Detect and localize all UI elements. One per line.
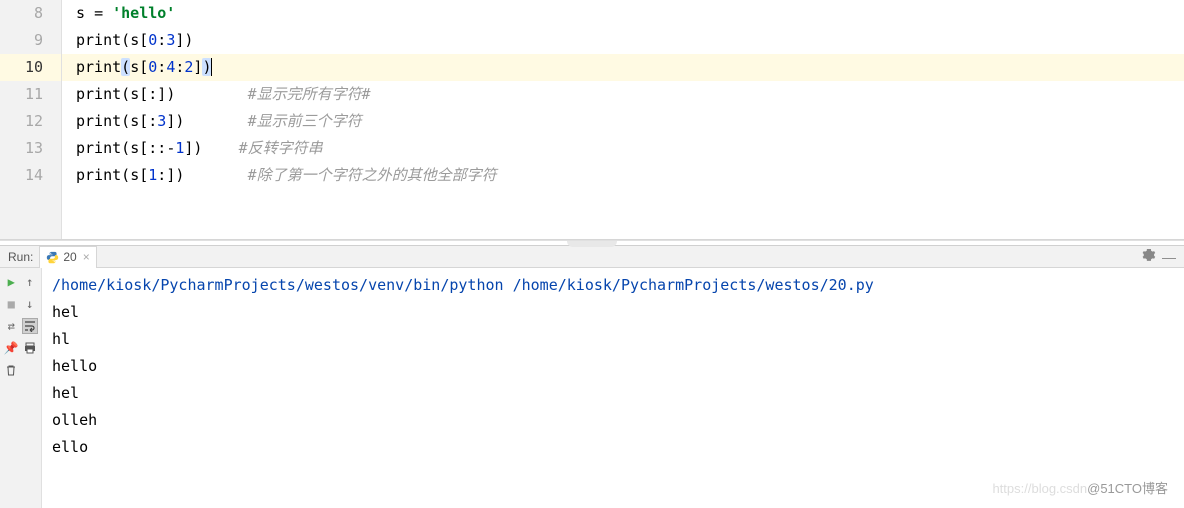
watermark: https://blog.csdn@51CTO博客: [992, 475, 1168, 502]
console-output[interactable]: /home/kiosk/PycharmProjects/westos/venv/…: [42, 268, 1184, 508]
console-line: hello: [52, 353, 1174, 380]
comment: #显示完所有字符#: [248, 85, 371, 103]
pane-splitter[interactable]: [0, 240, 1184, 246]
restart-icon[interactable]: ⇄: [3, 318, 19, 334]
console-line: olleh: [52, 407, 1174, 434]
run-panel-body: ▶ ↑ ■ ↓ ⇄ 📌 /home/kiosk/PycharmProject: [0, 268, 1184, 508]
gear-icon[interactable]: [1142, 248, 1156, 265]
console-line: hel: [52, 380, 1174, 407]
code-line[interactable]: print(s[0:4:2]): [62, 54, 1184, 81]
splitter-handle[interactable]: [567, 241, 617, 247]
line-number-gutter: 891011121314: [0, 0, 62, 239]
code-line[interactable]: s = 'hello': [76, 0, 1184, 27]
code-line[interactable]: print(s[:]) #显示完所有字符#: [76, 81, 1184, 108]
stop-icon[interactable]: ■: [3, 296, 19, 312]
up-icon[interactable]: ↑: [22, 274, 38, 290]
print-icon[interactable]: [22, 340, 38, 356]
run-tab[interactable]: 20 ×: [39, 246, 96, 268]
down-icon[interactable]: ↓: [22, 296, 38, 312]
code-line[interactable]: print(s[0:3]): [76, 27, 1184, 54]
line-number: 9: [0, 27, 43, 54]
comment: #显示前三个字符: [248, 112, 362, 130]
run-label: Run:: [8, 250, 33, 264]
code-line[interactable]: print(s[1:]) #除了第一个字符之外的其他全部字符: [76, 162, 1184, 189]
text-caret: [211, 58, 212, 76]
run-toolbar: ▶ ↑ ■ ↓ ⇄ 📌: [0, 268, 42, 508]
code-line[interactable]: print(s[::-1]) #反转字符串: [76, 135, 1184, 162]
play-icon[interactable]: ▶: [3, 274, 19, 290]
comment: #除了第一个字符之外的其他全部字符: [248, 166, 497, 184]
wrap-icon[interactable]: [22, 318, 38, 334]
code-editor[interactable]: 891011121314 s = 'hello'print(s[0:3])pri…: [0, 0, 1184, 240]
trash-icon[interactable]: [3, 362, 19, 378]
comment: #反转字符串: [239, 139, 323, 157]
run-panel-header: Run: 20 × —: [0, 246, 1184, 268]
pin-icon[interactable]: 📌: [3, 340, 19, 356]
code-line[interactable]: print(s[:3]) #显示前三个字符: [76, 108, 1184, 135]
line-number: 8: [0, 0, 43, 27]
code-area[interactable]: s = 'hello'print(s[0:3])print(s[0:4:2])p…: [62, 0, 1184, 239]
console-line: ello: [52, 434, 1174, 461]
line-number: 10: [0, 54, 61, 81]
console-command: /home/kiosk/PycharmProjects/westos/venv/…: [52, 272, 1174, 299]
line-number: 11: [0, 81, 43, 108]
run-tab-label: 20: [63, 250, 76, 264]
line-number: 14: [0, 162, 43, 189]
line-number: 12: [0, 108, 43, 135]
line-number: 13: [0, 135, 43, 162]
python-icon: [46, 251, 59, 264]
minimize-icon[interactable]: —: [1162, 249, 1176, 265]
close-icon[interactable]: ×: [83, 250, 90, 264]
console-line: hl: [52, 326, 1174, 353]
console-line: hel: [52, 299, 1174, 326]
